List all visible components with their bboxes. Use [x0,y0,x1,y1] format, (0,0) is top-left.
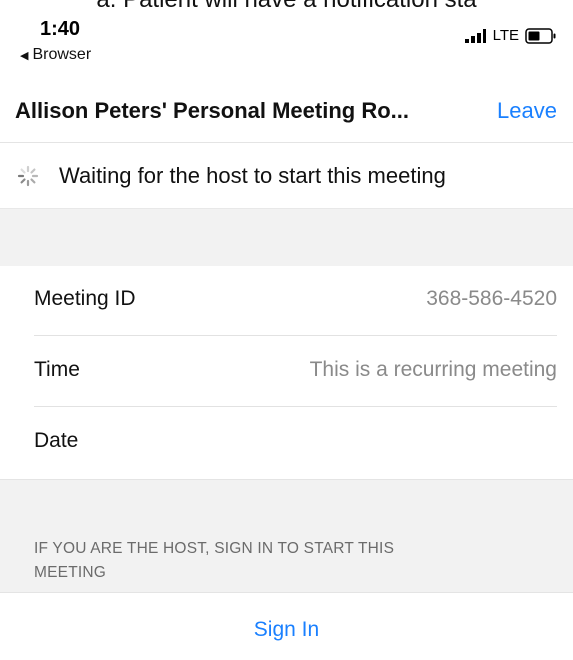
battery-icon [525,27,556,44]
time-label: Time [34,358,80,381]
time-row: Time This is a recurring meeting [0,337,573,407]
meeting-id-row: Meeting ID 368-586-4520 [0,266,573,336]
sign-in-row: Sign In [0,600,573,660]
leave-button[interactable]: Leave [497,98,557,124]
loading-spinner-icon [17,165,39,187]
sign-in-button[interactable]: Sign In [254,600,319,642]
waiting-text: Waiting for the host to start this meeti… [59,163,446,188]
section-spacer [0,208,573,267]
zoom-waiting-screen: a. Patient will have a notification sta … [0,0,573,660]
status-indicators: LTE [464,27,557,44]
meeting-id-value: 368-586-4520 [426,287,557,310]
meeting-id-label: Meeting ID [34,287,136,310]
status-time: 1:40 [40,18,81,40]
date-label: Date [34,429,79,452]
page-title: Allison Peters' Personal Meeting Ro... [15,98,409,123]
row-divider [34,406,557,407]
back-caret-icon: ◀ [20,49,29,62]
network-type: LTE [492,27,519,44]
signal-bars-icon [464,28,486,43]
back-app-label: Browser [32,46,92,63]
host-sign-in-note: IF YOU ARE THE HOST, SIGN IN TO START TH… [34,540,395,581]
time-value: This is a recurring meeting [309,358,557,381]
back-to-app-link[interactable]: ◀ Browser [20,46,91,64]
meeting-details-list: Meeting ID 368-586-4520 Time This is a r… [0,266,573,479]
waiting-status: Waiting for the host to start this meeti… [0,143,573,207]
date-row: Date [0,408,573,478]
host-note-section: IF YOU ARE THE HOST, SIGN IN TO START TH… [0,479,573,593]
meeting-header: Allison Peters' Personal Meeting Ro... L… [0,78,573,143]
row-divider [34,335,557,336]
cropped-document-text: a. Patient will have a notification sta [0,0,573,10]
